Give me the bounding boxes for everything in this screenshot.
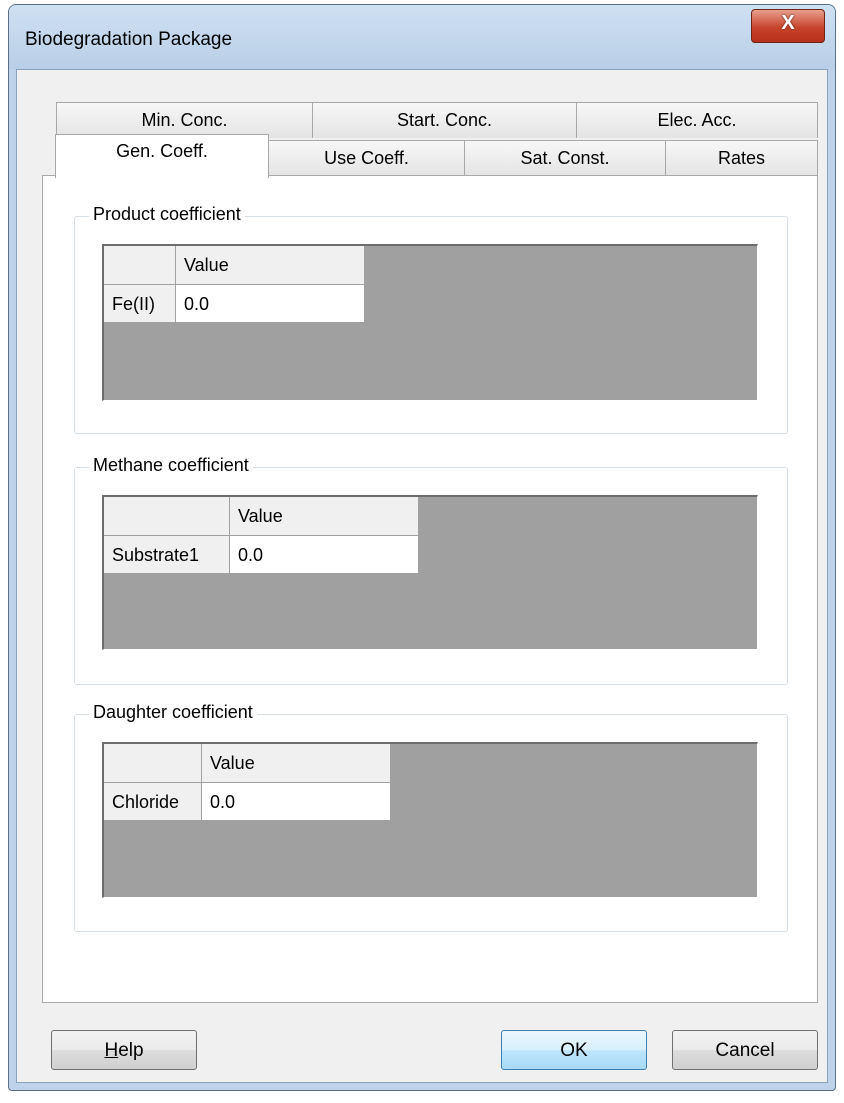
tab-elec-acc[interactable]: Elec. Acc.	[576, 102, 818, 138]
row-header-label: Substrate1	[112, 545, 200, 565]
tab-min-conc[interactable]: Min. Conc.	[56, 102, 313, 138]
help-accelerator: H	[104, 1040, 119, 1061]
daughter-coefficient-group: Daughter coefficient Value Chloride 0.0	[74, 702, 788, 932]
column-header-label: Value	[210, 753, 255, 773]
row-header[interactable]: Chloride	[104, 783, 202, 821]
ok-button-label: OK	[560, 1040, 588, 1061]
methane-coefficient-group: Methane coefficient Value Substrate1 0.0	[74, 455, 788, 685]
column-header[interactable]: Value	[230, 497, 419, 536]
row-header[interactable]: Fe(II)	[104, 285, 176, 323]
window-title: Biodegradation Package	[25, 29, 233, 50]
ok-button[interactable]: OK	[501, 1030, 647, 1070]
tab-rates[interactable]: Rates	[665, 140, 818, 176]
cancel-button-label: Cancel	[715, 1040, 775, 1061]
tab-label: Elec. Acc.	[657, 110, 737, 130]
tab-label: Min. Conc.	[141, 110, 228, 130]
daughter-coefficient-grid[interactable]: Value Chloride 0.0	[102, 742, 758, 898]
row-header-label: Fe(II)	[112, 294, 155, 314]
grid-corner-cell	[104, 246, 176, 285]
dialog-client-area: Min. Conc. Start. Conc. Elec. Acc. Gen. …	[16, 69, 828, 1083]
group-label: Product coefficient	[89, 204, 245, 225]
group-label: Methane coefficient	[89, 455, 253, 476]
close-icon: X	[781, 12, 795, 34]
tab-start-conc[interactable]: Start. Conc.	[312, 102, 577, 138]
tab-label: Gen. Coeff.	[116, 141, 208, 161]
column-header[interactable]: Value	[202, 744, 391, 783]
value-text: 0.0	[210, 792, 236, 812]
column-header-label: Value	[238, 506, 283, 526]
group-label: Daughter coefficient	[89, 702, 257, 723]
tab-sat-const[interactable]: Sat. Const.	[464, 140, 666, 176]
row-header[interactable]: Substrate1	[104, 536, 230, 574]
tab-panel-gen-coeff: Product coefficient Value Fe(II) 0.0 Met…	[42, 175, 818, 1003]
value-cell[interactable]: 0.0	[176, 285, 365, 323]
tab-use-coeff[interactable]: Use Coeff.	[268, 140, 465, 176]
title-bar[interactable]: Biodegradation Package X	[9, 5, 835, 69]
row-header-label: Chloride	[112, 792, 180, 812]
tab-label: Rates	[717, 148, 766, 168]
help-label-rest: elp	[118, 1040, 144, 1061]
tab-label: Start. Conc.	[396, 110, 493, 130]
tab-label: Sat. Const.	[520, 148, 610, 168]
column-header-label: Value	[184, 255, 229, 275]
cancel-button[interactable]: Cancel	[672, 1030, 818, 1070]
tab-gen-coeff[interactable]: Gen. Coeff.	[55, 134, 269, 178]
methane-coefficient-grid[interactable]: Value Substrate1 0.0	[102, 495, 758, 650]
grid-corner-cell	[104, 497, 230, 536]
product-coefficient-grid[interactable]: Value Fe(II) 0.0	[102, 244, 758, 401]
grid-corner-cell	[104, 744, 202, 783]
dialog-window: Biodegradation Package X Min. Conc. Star…	[8, 4, 836, 1091]
value-text: 0.0	[184, 294, 210, 314]
tab-label: Use Coeff.	[324, 148, 409, 168]
value-cell[interactable]: 0.0	[202, 783, 391, 821]
value-cell[interactable]: 0.0	[230, 536, 419, 574]
help-button-label: Help	[52, 1040, 196, 1062]
column-header[interactable]: Value	[176, 246, 365, 285]
help-button[interactable]: Help	[51, 1030, 197, 1070]
product-coefficient-group: Product coefficient Value Fe(II) 0.0	[74, 204, 788, 434]
close-button[interactable]: X	[751, 9, 825, 43]
value-text: 0.0	[238, 545, 264, 565]
